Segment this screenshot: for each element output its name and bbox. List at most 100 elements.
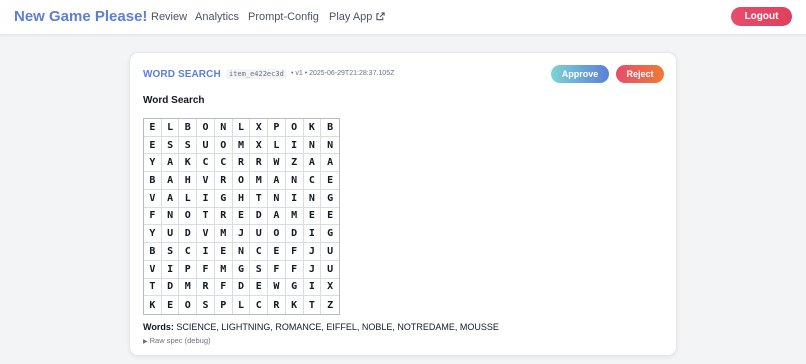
grid-cell: H <box>179 172 198 190</box>
grid-cell: N <box>285 172 304 190</box>
grid-cell: X <box>321 279 339 297</box>
grid-cell: I <box>285 136 304 155</box>
grid-cell: P <box>215 296 233 314</box>
nav-review-link[interactable]: Review <box>151 11 187 23</box>
grid-cell: T <box>304 296 322 314</box>
grid-cell: J <box>303 243 322 261</box>
grid-cell: L <box>161 119 180 137</box>
grid-cell: G <box>321 190 339 208</box>
grid-cell: O <box>268 225 286 244</box>
grid-cell: B <box>179 119 198 137</box>
grid-cell: A <box>268 172 286 190</box>
grid-cell: D <box>285 225 304 244</box>
grid-cell: A <box>161 154 180 173</box>
grid-cell: M <box>250 172 269 190</box>
triangle-right-icon: ▶ <box>143 339 148 345</box>
approve-button[interactable]: Approve <box>551 65 609 83</box>
word-list: Words: SCIENCE, LIGHTNING, ROMANCE, EIFF… <box>143 322 499 332</box>
grid-cell: T <box>250 189 269 208</box>
grid-cell: C <box>197 154 215 173</box>
grid-cell: I <box>197 243 215 261</box>
grid-cell: R <box>214 172 233 190</box>
item-version-timestamp: • v1 • 2025-06-29T21:28:37.105Z <box>291 70 395 77</box>
grid-cell: O <box>285 119 304 137</box>
grid-cell: R <box>197 278 215 297</box>
review-item-card: WORD SEARCH item_e422ec3d • v1 • 2025-06… <box>129 52 677 356</box>
grid-cell: D <box>250 207 269 226</box>
grid-cell: N <box>232 243 251 261</box>
grid-cell: O <box>232 172 251 190</box>
grid-cell: F <box>285 243 304 261</box>
grid-cell: N <box>161 207 180 226</box>
grid-cell: E <box>321 208 339 226</box>
grid-cell: H <box>232 189 251 208</box>
grid-cell: U <box>321 261 339 279</box>
grid-cell: L <box>179 189 198 208</box>
grid-cell: O <box>214 136 233 155</box>
reject-button[interactable]: Reject <box>616 65 664 83</box>
grid-cell: E <box>144 119 162 137</box>
grid-cell: E <box>268 243 286 261</box>
grid-cell: A <box>161 189 180 208</box>
grid-cell: U <box>250 225 269 244</box>
grid-cell: F <box>285 260 304 279</box>
grid-cell: T <box>197 207 215 226</box>
grid-cell: Y <box>144 154 162 173</box>
grid-cell: R <box>268 296 286 314</box>
grid-cell: C <box>214 154 233 173</box>
grid-cell: V <box>144 189 162 208</box>
game-title: Word Search <box>143 95 205 106</box>
grid-cell: S <box>161 243 180 261</box>
app-brand-title[interactable]: New Game Please! <box>14 8 147 25</box>
grid-cell: E <box>144 136 162 155</box>
grid-cell: L <box>268 136 286 155</box>
grid-cell: Y <box>144 225 162 244</box>
grid-cell: N <box>268 189 286 208</box>
grid-cell: G <box>321 225 339 244</box>
grid-cell: S <box>161 136 180 155</box>
grid-cell: E <box>214 243 233 261</box>
grid-cell: K <box>303 119 322 137</box>
grid-cell: G <box>232 260 251 279</box>
item-type-label: WORD SEARCH <box>143 69 221 80</box>
grid-cell: M <box>285 207 304 226</box>
nav-play-app-link[interactable]: Play App <box>329 11 386 23</box>
grid-cell: I <box>303 225 322 244</box>
nav-analytics-link[interactable]: Analytics <box>195 11 239 23</box>
grid-cell: I <box>303 278 322 297</box>
grid-cell: C <box>179 243 198 261</box>
grid-cell: F <box>144 207 162 226</box>
grid-cell: D <box>161 278 180 297</box>
grid-cell: C <box>250 243 269 261</box>
grid-cell: C <box>303 172 322 190</box>
item-id-badge: item_e422ec3d <box>226 69 287 79</box>
logout-button[interactable]: Logout <box>731 7 792 26</box>
grid-cell: F <box>214 278 233 297</box>
grid-cell: G <box>285 278 304 297</box>
grid-cell: F <box>197 260 215 279</box>
grid-cell: D <box>179 225 198 244</box>
grid-cell: R <box>214 207 233 226</box>
grid-cell: R <box>250 154 269 173</box>
grid-cell: O <box>197 119 215 137</box>
grid-cell: M <box>214 225 233 244</box>
grid-cell: K <box>144 296 162 314</box>
words-values: SCIENCE, LIGHTNING, ROMANCE, EIFFEL, NOB… <box>176 322 499 332</box>
grid-cell: V <box>197 172 215 190</box>
grid-cell: M <box>179 278 198 297</box>
grid-cell: C <box>250 296 269 314</box>
raw-spec-label: Raw spec (debug) <box>149 336 211 345</box>
raw-spec-toggle[interactable]: ▶ Raw spec (debug) <box>143 336 211 345</box>
grid-cell: V <box>144 260 162 279</box>
grid-cell: X <box>250 136 269 155</box>
grid-cell: S <box>197 296 215 314</box>
grid-cell: L <box>233 296 251 314</box>
grid-cell: M <box>232 136 251 155</box>
grid-cell: X <box>250 119 269 137</box>
word-search-grid: ELBONLXPOKBESSUOMXLINNYAKCCRRWZAABAHVROM… <box>143 118 340 315</box>
grid-cell: Z <box>285 154 304 173</box>
nav-prompt-config-link[interactable]: Prompt-Config <box>248 11 319 23</box>
grid-cell: Z <box>327 299 334 311</box>
grid-cell: I <box>285 189 304 208</box>
grid-cell: E <box>232 207 251 226</box>
